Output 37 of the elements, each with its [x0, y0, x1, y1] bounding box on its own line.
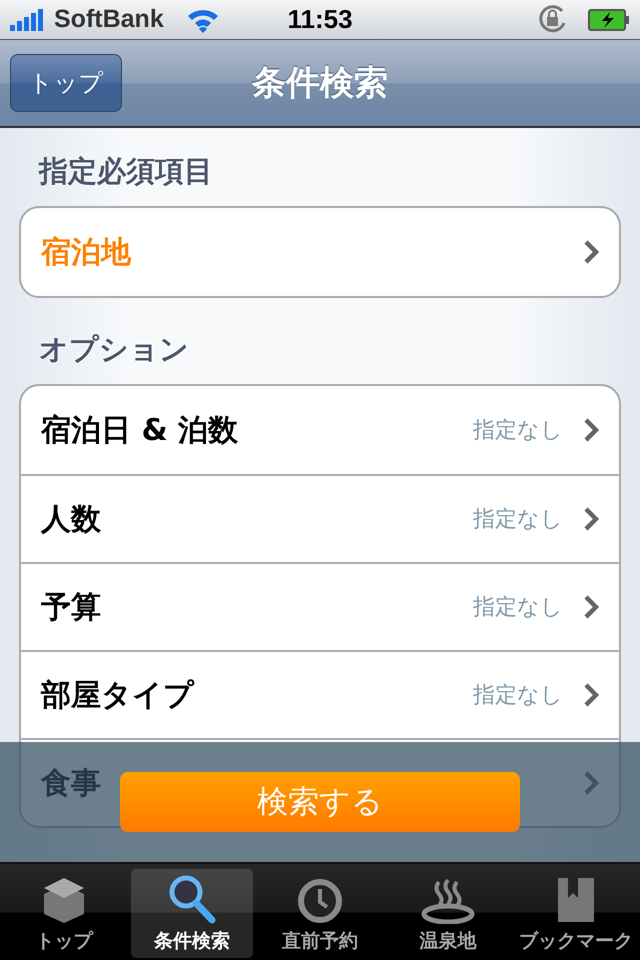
row-label: 宿泊地 [41, 234, 131, 272]
status-time: 11:53 [287, 4, 353, 35]
row-label: 人数 [41, 500, 101, 538]
table-row[interactable]: 部屋タイプ 指定なし [21, 650, 619, 738]
row-value: 指定なし [473, 682, 563, 710]
row-value: 指定なし [473, 594, 563, 622]
book-icon [556, 876, 596, 924]
signal-icon [10, 8, 46, 30]
table-row[interactable]: 予算 指定なし [21, 562, 619, 650]
carrier-name: SoftBank [54, 5, 164, 34]
chevron-icon [583, 506, 599, 532]
row-value: 指定なし [473, 417, 563, 445]
screen-title: 条件検索 [252, 62, 388, 105]
tab-item[interactable]: 直前予約 [259, 869, 381, 958]
chevron-icon [583, 417, 599, 443]
tab-item[interactable]: トップ [3, 869, 125, 958]
tab-item[interactable]: ブックマーク [515, 869, 637, 958]
clock-icon [297, 878, 343, 924]
section-header: オプション [38, 331, 190, 368]
tab-item[interactable]: 温泉地 [387, 869, 509, 958]
section-header: 指定必須項目 [37, 153, 214, 190]
tab-item[interactable]: 条件検索 [131, 869, 253, 958]
row-label: 食事 [41, 764, 101, 802]
back-button[interactable]: トップ [10, 54, 122, 112]
row-label: 宿泊日 & 泊数 [41, 412, 238, 450]
hot-spring-icon [421, 878, 475, 924]
chevron-icon [583, 682, 599, 708]
chevron-icon [583, 239, 599, 265]
table-row[interactable]: 宿泊日 & 泊数 指定なし [21, 386, 619, 474]
table-row[interactable]: 人数 指定なし [21, 474, 619, 562]
row-label: 予算 [41, 588, 101, 626]
battery-icon [588, 8, 630, 30]
row-label: 部屋タイプ [41, 676, 194, 714]
box-icon [42, 876, 86, 924]
search-icon [168, 874, 216, 924]
chevron-icon [583, 594, 599, 620]
row-value: 指定なし [473, 506, 563, 534]
